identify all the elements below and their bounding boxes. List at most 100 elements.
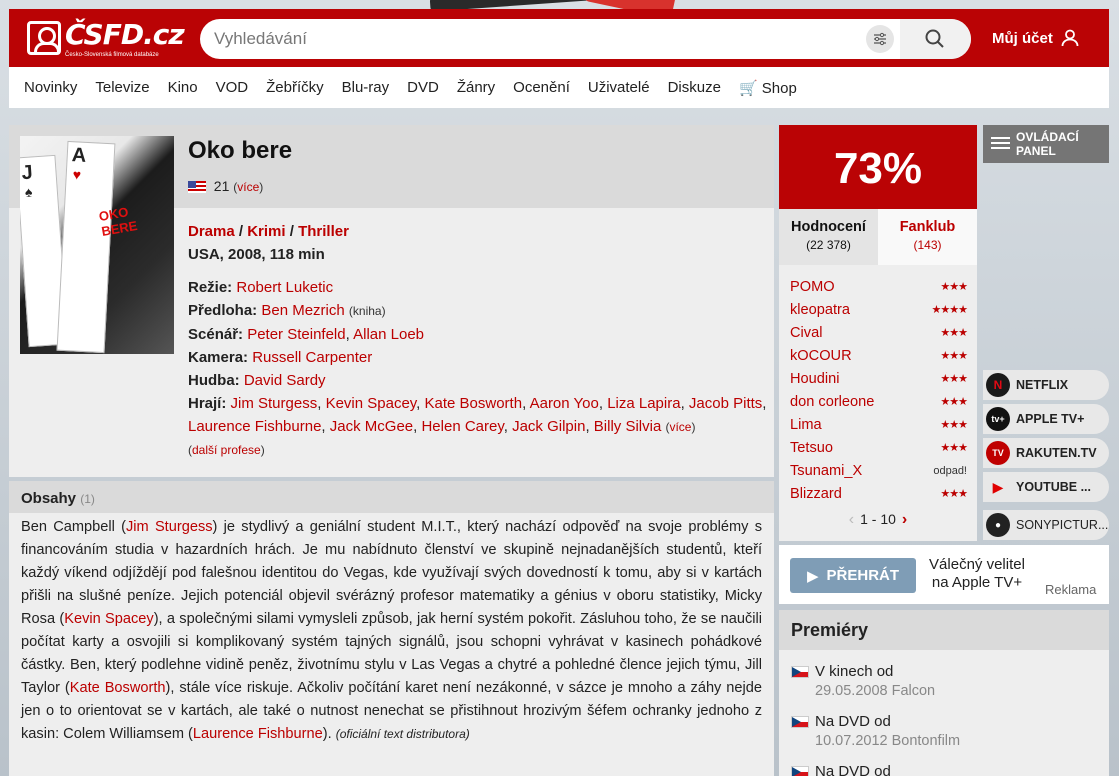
user-link[interactable]: Lima: [790, 417, 822, 433]
sliders-icon: [874, 32, 886, 46]
ad-banner: ▶ PŘEHRÁT Válečný velitel na Apple TV+ R…: [779, 545, 1109, 604]
user-link[interactable]: POMO: [790, 279, 835, 295]
user-link[interactable]: Cival: [790, 325, 822, 341]
search-input[interactable]: [214, 27, 814, 51]
stream-rakuten[interactable]: TV RAKUTEN.TV: [983, 438, 1109, 468]
camera-link[interactable]: Russell Carpenter: [252, 349, 372, 366]
search-filter-button[interactable]: [866, 25, 894, 53]
actor-link[interactable]: Kevin Spacey: [64, 611, 153, 627]
actor-link[interactable]: Aaron Yoo: [530, 395, 599, 412]
director-link[interactable]: Robert Luketic: [236, 279, 333, 296]
music-link[interactable]: David Sardy: [244, 372, 326, 389]
nav-item-dvd[interactable]: DVD: [407, 79, 439, 96]
search-bar: [200, 19, 971, 59]
actor-link[interactable]: Kate Bosworth: [425, 395, 523, 412]
user-link[interactable]: don corleone: [790, 394, 874, 410]
premiere-item: V kinech od 29.05.2008 Falcon: [791, 663, 935, 699]
plot-text: Ben Campbell (Jim Sturgess) je stydlivý …: [21, 519, 762, 742]
stream-sony-pictures[interactable]: ● SONYPICTUR...: [983, 510, 1109, 540]
user-link[interactable]: Tetsuo: [790, 440, 833, 456]
stream-apple-tv[interactable]: tv+ APPLE TV+: [983, 404, 1109, 434]
control-panel-button[interactable]: OVLÁDACÍ PANEL: [983, 125, 1109, 163]
list-item: Houdini ★★★: [790, 367, 968, 390]
cast-more-link[interactable]: více: [669, 420, 691, 434]
tab-fanclub[interactable]: Fanklub (143): [878, 209, 977, 265]
cart-icon: 🛒: [738, 79, 758, 97]
list-item: don corleone ★★★: [790, 390, 968, 413]
genre-link[interactable]: Thriller: [298, 223, 349, 240]
flag-us-icon: [188, 181, 206, 194]
rating-stars: ★★★: [940, 419, 968, 431]
actor-link[interactable]: Kevin Spacey: [326, 395, 417, 412]
stream-youtube[interactable]: ▶ YOUTUBE ...: [983, 472, 1109, 502]
actor-link[interactable]: Helen Carey: [421, 418, 503, 435]
user-ratings-list: POMO ★★★ kleopatra ★★★★ Cival ★★★ kOCOUR ★★★…: [790, 275, 968, 505]
list-item: POMO ★★★: [790, 275, 968, 298]
nav-item-vod[interactable]: VOD: [216, 79, 249, 96]
genre-link[interactable]: Drama: [188, 223, 235, 240]
nav-item-bluray[interactable]: Blu-ray: [342, 79, 390, 96]
writer-link[interactable]: Allan Loeb: [353, 326, 424, 343]
actor-link[interactable]: Billy Silvia: [594, 418, 662, 435]
film-genres: Drama / Krimi / Thriller: [188, 223, 349, 240]
user-link[interactable]: kOCOUR: [790, 348, 852, 364]
actor-link[interactable]: Kate Bosworth: [70, 680, 166, 696]
nav-item-televize[interactable]: Televize: [95, 79, 149, 96]
search-button[interactable]: [900, 19, 971, 59]
rating-stars: ★★★: [940, 396, 968, 408]
site-logo[interactable]: ČSFD.cz Česko-Slovenská filmová databáze: [27, 21, 185, 59]
actor-link[interactable]: Liza Lapira: [607, 395, 680, 412]
user-link[interactable]: Tsunami_X: [790, 463, 862, 479]
tab-ratings[interactable]: Hodnocení (22 378): [779, 209, 878, 265]
premiere-item: Na DVD od 10.07.2012 Bontonfilm: [791, 713, 960, 749]
actor-link[interactable]: Jim Sturgess: [231, 395, 318, 412]
actor-link[interactable]: Jack Gilpin: [512, 418, 585, 435]
names-more-link[interactable]: více: [237, 180, 259, 194]
film-poster[interactable]: J ♠ A ♥ OKO BERE: [20, 136, 174, 354]
nav-item-oceneni[interactable]: Ocenění: [513, 79, 570, 96]
premieres-heading: Premiéry: [779, 610, 1109, 650]
play-button[interactable]: ▶ PŘEHRÁT: [790, 558, 916, 593]
nav-item-novinky[interactable]: Novinky: [24, 79, 77, 96]
flag-cz-icon: [791, 716, 809, 729]
plot-count: (1): [80, 492, 95, 506]
play-icon: ▶: [806, 567, 819, 585]
genre-link[interactable]: Krimi: [247, 223, 285, 240]
actor-link[interactable]: Jim Sturgess: [126, 519, 213, 535]
ratings-pager: ‹ 1 - 10 ›: [779, 511, 977, 529]
actor-link[interactable]: Laurence Fishburne: [193, 726, 323, 742]
nav-item-diskuze[interactable]: Diskuze: [668, 79, 721, 96]
youtube-icon: ▶: [992, 478, 1004, 495]
account-button[interactable]: Můj účet: [992, 29, 1079, 47]
nav-item-kino[interactable]: Kino: [168, 79, 198, 96]
list-item: Tetsuo ★★★: [790, 436, 968, 459]
user-link[interactable]: Blizzard: [790, 486, 842, 502]
more-professions-link[interactable]: další profese: [192, 443, 261, 457]
rating-tabs: Hodnocení (22 378) Fanklub (143): [779, 209, 977, 265]
film-other-names: 21 (více): [188, 178, 263, 194]
chevron-right-icon[interactable]: ›: [902, 511, 907, 528]
user-link[interactable]: kleopatra: [790, 302, 850, 318]
nav-item-zanry[interactable]: Žánry: [457, 79, 495, 96]
nav-item-shop[interactable]: 🛒 Shop: [739, 79, 797, 97]
source-link[interactable]: Ben Mezrich: [261, 302, 344, 319]
nav-item-zebricky[interactable]: Žebříčky: [266, 79, 324, 96]
rating-stars: ★★★: [940, 281, 968, 293]
user-link[interactable]: Houdini: [790, 371, 840, 387]
rating-stars: ★★★: [940, 373, 968, 385]
film-info-panel: J ♠ A ♥ OKO BERE Oko bere 21 (více) Drama /…: [9, 125, 774, 477]
chevron-left-icon: ‹: [848, 511, 855, 528]
ad-text[interactable]: Válečný velitel na Apple TV+: [922, 556, 1032, 592]
rating-panel: 73% Hodnocení (22 378) Fanklub (143) POM…: [779, 125, 977, 541]
actor-link[interactable]: Jacob Pitts: [689, 395, 762, 412]
actor-link[interactable]: Jack McGee: [330, 418, 413, 435]
rating-waste-label: odpad!: [933, 464, 967, 477]
premiere-item: Na DVD od: [791, 763, 891, 776]
list-item: kleopatra ★★★★: [790, 298, 968, 321]
rating-stars: ★★★★: [931, 304, 968, 316]
writer-link[interactable]: Peter Steinfeld: [247, 326, 345, 343]
nav-item-uzivatele[interactable]: Uživatelé: [588, 79, 650, 96]
logo-subtitle: Česko-Slovenská filmová databáze: [65, 52, 159, 58]
stream-netflix[interactable]: N NETFLIX: [983, 370, 1109, 400]
actor-link[interactable]: Laurence Fishburne: [188, 418, 321, 435]
